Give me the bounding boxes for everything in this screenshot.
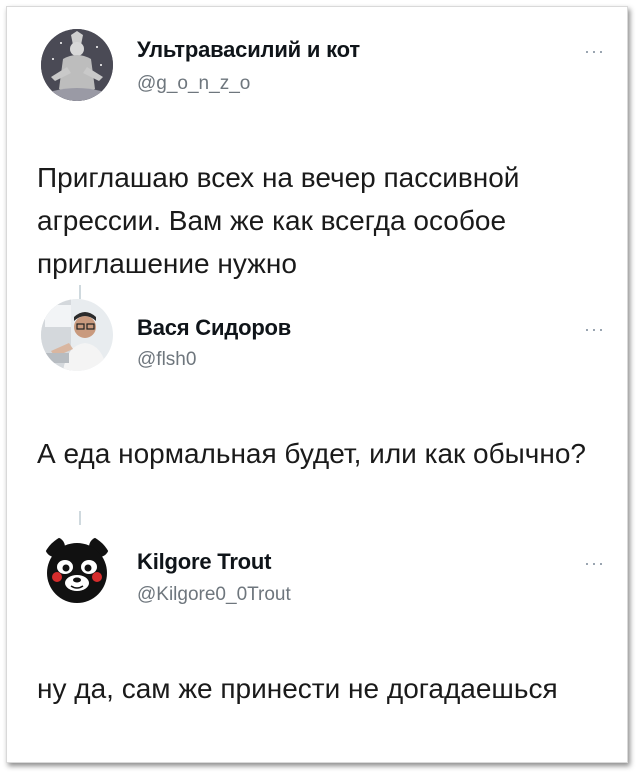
tweet-text: А еда нормальная будет, или как обычно? <box>37 438 586 469</box>
avatar[interactable] <box>41 533 113 605</box>
author-name[interactable]: Kilgore Trout <box>137 549 271 575</box>
tweet-thread-card: Ультравасилий и кот @g_o_n_z_o ··· Пригл… <box>6 6 628 763</box>
author-name[interactable]: Ультравасилий и кот <box>137 37 360 63</box>
tweet-text: ну да, сам же принести не догадаешься <box>37 673 558 704</box>
more-options-icon[interactable]: ··· <box>584 319 605 340</box>
thread-connector <box>79 511 81 525</box>
wizard-avatar-icon <box>41 29 113 101</box>
more-options-icon[interactable]: ··· <box>584 41 605 62</box>
author-handle[interactable]: @Kilgore0_0Trout <box>137 584 291 606</box>
author-name[interactable]: Вася Сидоров <box>137 315 291 341</box>
tweet-text: Приглашаю всех на вечер пассивной агресс… <box>37 162 520 279</box>
person-avatar-icon <box>41 299 113 371</box>
more-options-icon[interactable]: ··· <box>584 553 605 574</box>
kumamon-avatar-icon <box>41 533 113 605</box>
tweet-1[interactable]: Ультравасилий и кот @g_o_n_z_o ··· Пригл… <box>7 7 627 297</box>
author-handle[interactable]: @flsh0 <box>137 349 196 371</box>
avatar[interactable] <box>41 29 113 101</box>
tweet-3[interactable]: Kilgore Trout @Kilgore0_0Trout ··· ну да… <box>7 527 627 757</box>
tweet-2[interactable]: Вася Сидоров @flsh0 ··· А еда нормальная… <box>7 297 627 517</box>
avatar[interactable] <box>41 299 113 371</box>
author-handle[interactable]: @g_o_n_z_o <box>137 73 250 95</box>
